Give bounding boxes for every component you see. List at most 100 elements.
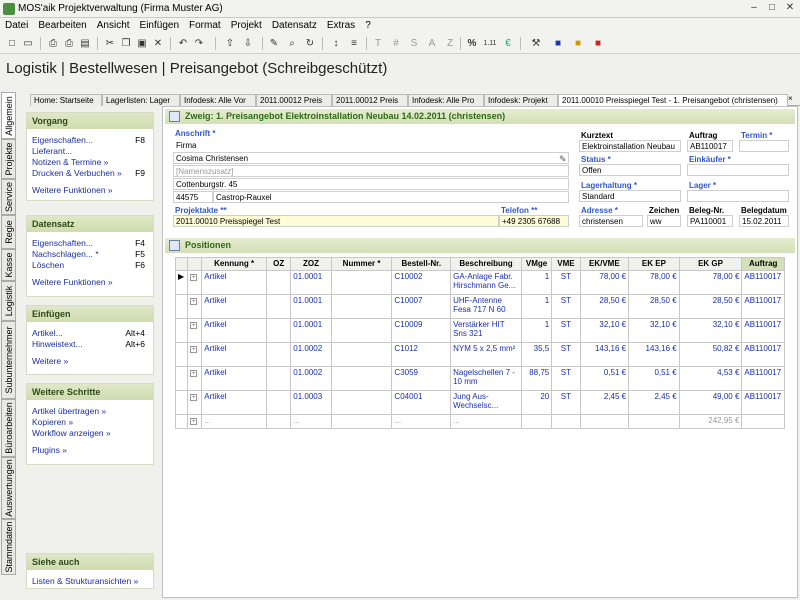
sidebar-item-lieferant[interactable]: Lieferant... xyxy=(27,146,153,157)
vtab-auswertungen[interactable]: Auswertungen xyxy=(1,457,16,519)
table-cell[interactable]: 20 xyxy=(520,390,553,415)
table-cell[interactable]: 32,10 € xyxy=(678,318,743,343)
menu-ansicht[interactable]: Ansicht xyxy=(92,18,135,33)
edit-icon[interactable]: ✎ xyxy=(266,36,282,51)
address-plz[interactable]: 44575 xyxy=(173,191,213,203)
tab-active-preisangebot[interactable]: 2011.00010 Preisspiegel Test - 1. Preisa… xyxy=(558,94,788,106)
sidebar-item-listen[interactable]: Listen & Strukturansichten » xyxy=(27,576,153,587)
table-cell[interactable] xyxy=(266,366,292,391)
table-cell[interactable] xyxy=(330,294,393,319)
table-cell[interactable]: 32,10 € xyxy=(628,318,680,343)
table-cell[interactable] xyxy=(330,366,393,391)
col-vme[interactable]: VME xyxy=(551,257,581,271)
table-cell[interactable]: 50,82 € xyxy=(678,342,743,367)
lager-field[interactable] xyxy=(687,190,789,202)
table-cell[interactable]: ST xyxy=(551,390,581,415)
table-row[interactable]: +............ 242,95 € xyxy=(174,414,785,429)
table-cell[interactable]: 01.0001 xyxy=(290,318,332,343)
table-cell[interactable]: 28,50 € xyxy=(579,294,630,319)
col-bestellnr[interactable]: Bestell-Nr. xyxy=(391,257,452,271)
address-street[interactable]: Cottenburgstr. 45 xyxy=(173,178,569,190)
table-cell[interactable]: 1 xyxy=(520,270,553,295)
belegnr-field[interactable]: PA110001 xyxy=(687,215,733,227)
row-indicator[interactable] xyxy=(174,318,189,343)
sidebar-item-artikel-uebertragen[interactable]: Artikel übertragen » xyxy=(27,406,153,417)
expand-icon[interactable]: + xyxy=(190,322,198,329)
table-cell[interactable]: Artikel xyxy=(201,390,268,415)
table-cell[interactable]: 01.0003 xyxy=(290,390,332,415)
table-cell[interactable]: ... xyxy=(391,414,452,429)
table-cell[interactable]: C10002 xyxy=(391,270,452,295)
table-cell[interactable]: 143,16 € xyxy=(579,342,630,367)
table-cell[interactable]: 4,53 € xyxy=(678,366,743,391)
address-namenszusatz[interactable]: [Namenszusatz] xyxy=(173,165,569,177)
table-cell[interactable]: C3059 xyxy=(391,366,452,391)
row-expand[interactable]: + xyxy=(187,294,203,319)
expand-icon[interactable]: + xyxy=(190,346,198,353)
row-expand[interactable]: + xyxy=(187,270,203,295)
table-cell[interactable] xyxy=(579,414,630,429)
vtab-stammdaten[interactable]: Stammdaten xyxy=(1,519,16,575)
expand-icon[interactable]: + xyxy=(190,394,198,401)
table-cell[interactable] xyxy=(330,270,393,295)
a-icon[interactable]: A xyxy=(424,36,440,51)
tab-infodesk[interactable]: Infodesk: Alle Vor xyxy=(180,94,256,106)
termin-field[interactable] xyxy=(739,140,789,152)
table-cell[interactable]: ST xyxy=(551,318,581,343)
table-cell[interactable]: 242,95 € xyxy=(678,414,743,429)
col-kennung[interactable]: Kennung * xyxy=(201,257,268,271)
lock-blue-icon[interactable]: ■ xyxy=(550,36,566,51)
menu-format[interactable]: Format xyxy=(184,18,226,33)
sidebar-item-eigenschaften[interactable]: Eigenschaften... F8 xyxy=(27,135,153,146)
telefon-field[interactable]: +49 2305 67688 xyxy=(499,215,569,227)
decimal-icon[interactable]: 1.11 xyxy=(482,36,498,51)
col-ek-ep[interactable]: EK EP xyxy=(628,257,680,271)
table-cell[interactable] xyxy=(330,390,393,415)
minimize-button[interactable]: – xyxy=(745,2,763,15)
menu-datensatz[interactable]: Datensatz xyxy=(267,18,322,33)
tools-icon[interactable]: ⚒ xyxy=(528,36,544,51)
menu-projekt[interactable]: Projekt xyxy=(226,18,267,33)
close-tab-icon[interactable]: × xyxy=(788,94,798,106)
sidebar-item-eigenschaften[interactable]: Eigenschaften... F4 xyxy=(27,238,153,249)
row-expand[interactable]: + xyxy=(187,318,203,343)
table-cell[interactable]: AB110017 xyxy=(741,366,785,391)
col-oz[interactable]: OZ xyxy=(266,257,292,271)
number-format-icon[interactable]: # xyxy=(388,36,404,51)
table-cell[interactable]: ... xyxy=(290,414,332,429)
col-vmge[interactable]: VMge xyxy=(520,257,553,271)
table-cell[interactable] xyxy=(551,414,581,429)
table-cell[interactable]: C10007 xyxy=(391,294,452,319)
tab-home[interactable]: Home: Startseite xyxy=(30,94,102,106)
table-cell[interactable] xyxy=(266,270,292,295)
sidebar-item-kopieren[interactable]: Kopieren » xyxy=(27,417,153,428)
tab-infodesk-projekt[interactable]: Infodesk: Projekt xyxy=(484,94,558,106)
menu-bearbeiten[interactable]: Bearbeiten xyxy=(33,18,91,33)
table-cell[interactable]: NYM 5 x 2,5 mm² xyxy=(450,342,522,367)
table-cell[interactable]: 01.0002 xyxy=(290,342,332,367)
table-row[interactable]: + Artikel 01.0002 C3059 Nagelschellen 7 - 10… xyxy=(174,366,785,391)
table-row[interactable]: ▶ + Artikel 01.0001 C10002 GA-Anlage Fabr. Hi… xyxy=(174,270,785,295)
vtab-logistik[interactable]: Logistik xyxy=(1,281,16,321)
table-cell[interactable]: 143,16 € xyxy=(628,342,680,367)
row-expand[interactable]: + xyxy=(187,342,203,367)
vtab-bueroarbeiten[interactable]: Büroarbeiten xyxy=(1,399,16,457)
sort-az-icon[interactable]: ↕ xyxy=(328,36,344,51)
table-cell[interactable]: ST xyxy=(551,294,581,319)
belegdatum-field[interactable]: 15.02.2011 xyxy=(739,215,789,227)
col-zoz[interactable]: ZOZ xyxy=(290,257,332,271)
row-indicator[interactable] xyxy=(174,390,189,415)
row-expand[interactable]: + xyxy=(187,390,203,415)
table-cell[interactable]: 01.0001 xyxy=(290,270,332,295)
table-cell[interactable]: ST xyxy=(551,342,581,367)
preview-icon[interactable]: ▤ xyxy=(77,36,93,51)
sidebar-item-workflow[interactable]: Workflow anzeigen » xyxy=(27,428,153,439)
print-preview-icon[interactable]: ⎙ xyxy=(61,36,77,51)
table-cell[interactable]: Artikel xyxy=(201,294,268,319)
status-field[interactable]: Offen xyxy=(579,164,681,176)
row-indicator[interactable] xyxy=(174,414,189,429)
new-icon[interactable]: □ xyxy=(4,36,20,51)
maximize-button[interactable]: □ xyxy=(763,2,781,15)
table-row[interactable]: + Artikel 01.0001 C10009 Verstärker HIT Sns … xyxy=(174,318,785,343)
table-cell[interactable]: ST xyxy=(551,270,581,295)
